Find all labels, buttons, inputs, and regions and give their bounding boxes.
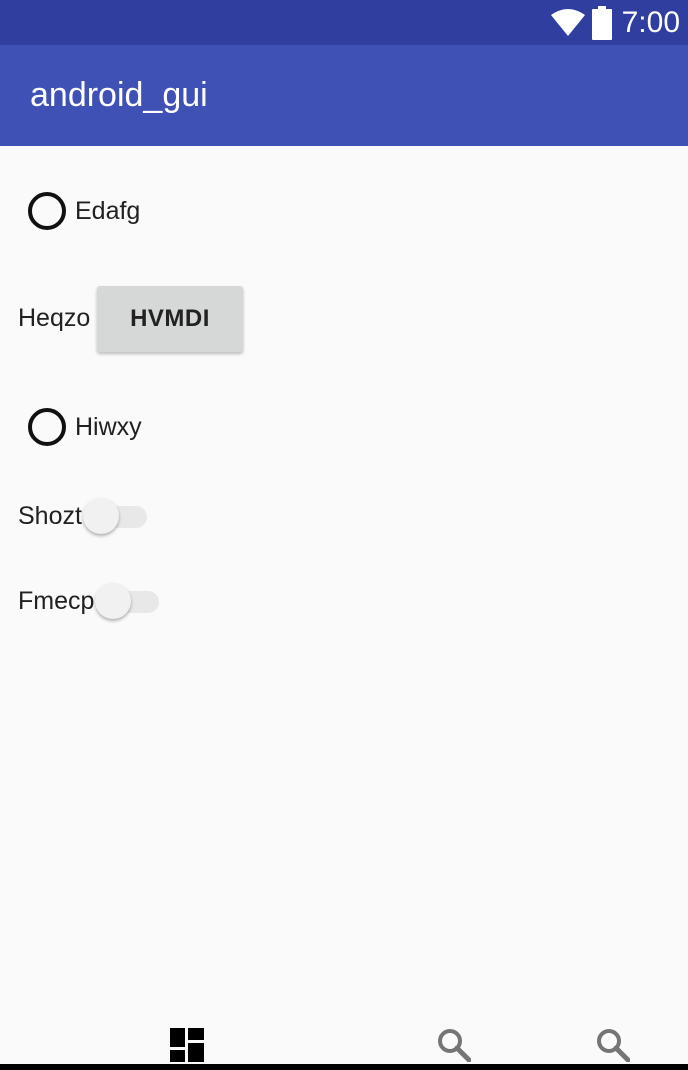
app-title: android_gui (30, 76, 208, 114)
nav-item-dashboard[interactable] (170, 1028, 204, 1067)
app-bar: android_gui (0, 45, 688, 146)
fmecp-switch[interactable] (95, 581, 161, 621)
radio-label: Edafg (75, 196, 141, 225)
radio-edafg[interactable]: Edafg (28, 192, 140, 230)
hvmdi-button[interactable]: HVMDI (97, 286, 243, 352)
wifi-icon (550, 8, 585, 36)
shozt-switch[interactable] (83, 496, 149, 536)
status-bar: 7:00 (0, 0, 688, 45)
radio-hiwxy[interactable]: Hiwxy (28, 408, 142, 446)
nav-item-search-2[interactable] (596, 1028, 631, 1067)
status-time: 7:00 (621, 5, 680, 39)
switch-thumb[interactable] (83, 498, 119, 534)
heqzo-label: Heqzo (18, 304, 91, 332)
dashboard-icon (170, 1028, 204, 1062)
search-icon (438, 1029, 472, 1063)
search-icon (597, 1029, 631, 1063)
shozt-label: Shozt (18, 502, 82, 530)
battery-icon (591, 5, 612, 40)
bottom-navigation (0, 1010, 688, 1070)
radio-button-circle[interactable] (28, 192, 66, 230)
system-nav-edge (0, 1064, 688, 1070)
radio-button-circle[interactable] (28, 408, 66, 446)
nav-item-search-1[interactable] (437, 1028, 472, 1067)
switch-thumb[interactable] (95, 583, 131, 619)
fmecp-label: Fmecp (18, 587, 95, 615)
radio-label: Hiwxy (75, 412, 142, 441)
